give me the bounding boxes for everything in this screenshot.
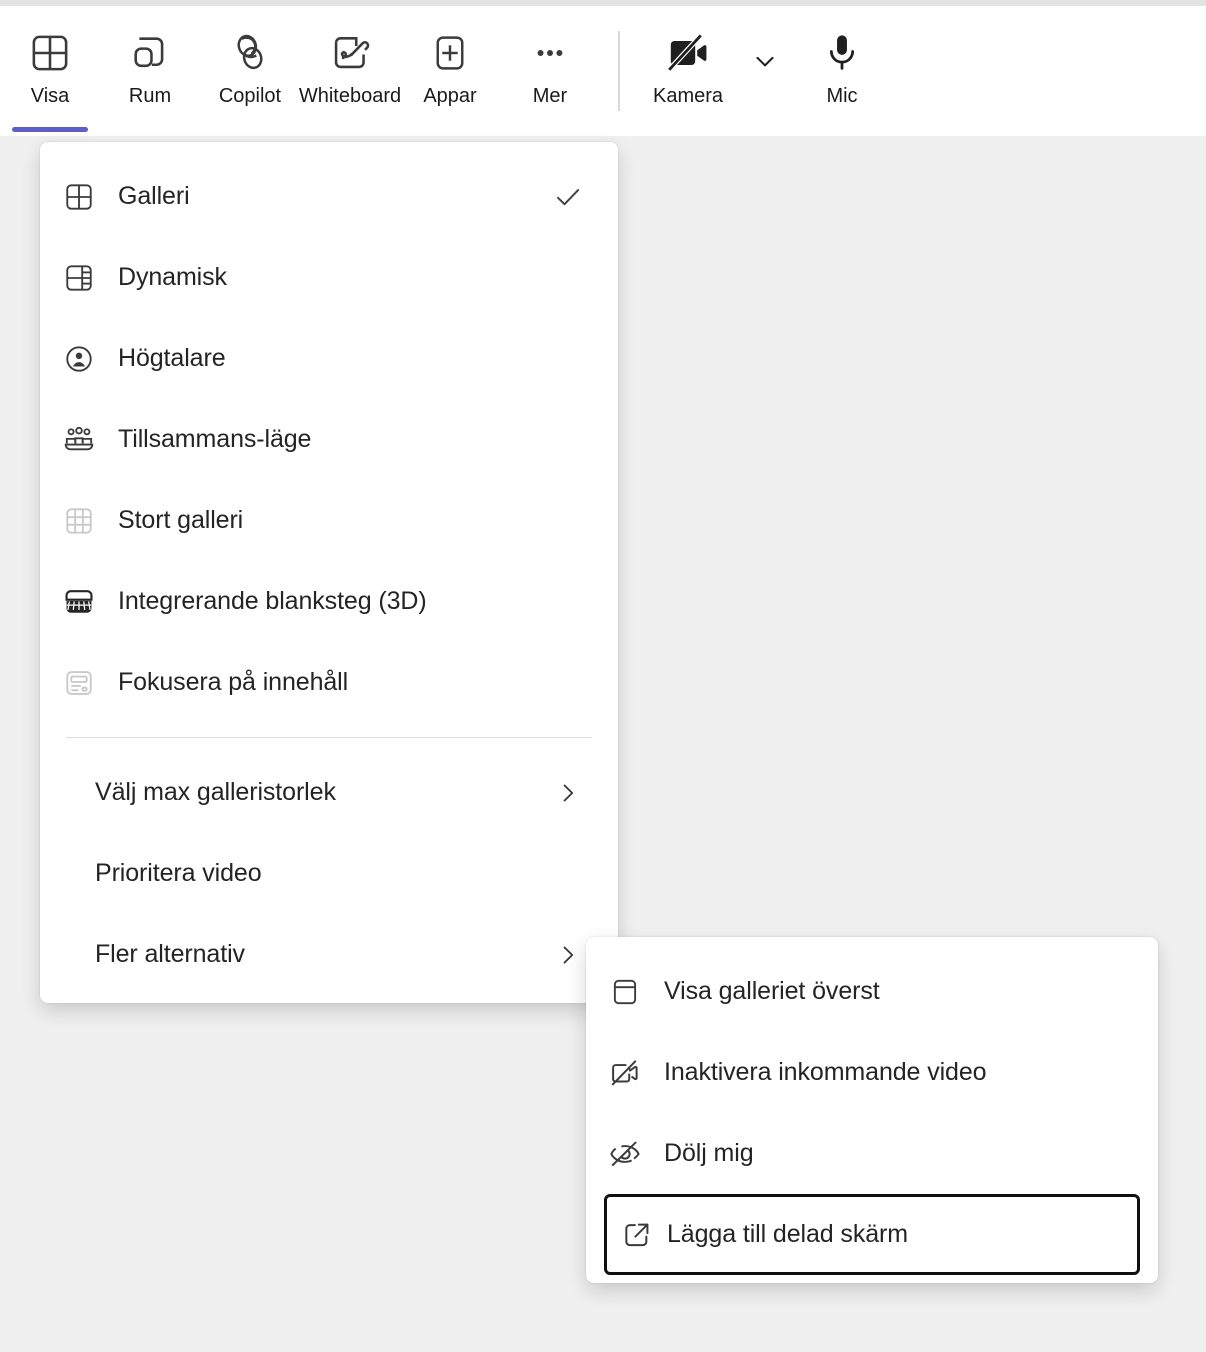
grid-2x2-icon (28, 28, 72, 78)
eye-off-icon (586, 1137, 664, 1171)
menu-item-galleri[interactable]: Galleri (40, 156, 618, 237)
menu-item-visa-galleriet-overst[interactable]: Visa galleriet överst (586, 951, 1158, 1032)
menu-item-label: Lägga till delad skärm (667, 1220, 908, 1248)
gallery-top-icon (586, 976, 664, 1008)
toolbar-item-mic[interactable]: Mic (792, 6, 892, 136)
more-dots-icon (529, 28, 571, 78)
grid-2x2-icon (40, 181, 118, 213)
menu-item-tillsammans-lage[interactable]: Tillsammans-läge (40, 399, 618, 480)
camera-options-chevron-down-icon[interactable] (738, 6, 792, 136)
menu-item-label: Dynamisk (118, 263, 227, 291)
menu-item-valj-max-galleristorlek[interactable]: Välj max galleristorlek (40, 752, 618, 833)
menu-item-integrerande-blanksteg-3d[interactable]: Integrerande blanksteg (3D) (40, 561, 618, 642)
menu-item-label: Dölj mig (664, 1139, 754, 1167)
view-menu: Galleri Dynamisk Högtalare Tillsammans-l… (40, 142, 618, 1003)
rooms-icon (128, 28, 172, 78)
menu-item-fler-alternativ[interactable]: Fler alternativ (40, 914, 618, 995)
menu-item-label: Inaktivera inkommande video (664, 1058, 987, 1086)
toolbar-item-label: Copilot (218, 85, 282, 107)
toolbar-active-underline (12, 127, 88, 132)
menu-item-label: Prioritera video (95, 859, 262, 887)
chevron-right-icon (548, 941, 588, 969)
toolbar-item-whiteboard[interactable]: Whiteboard (298, 6, 402, 136)
menu-item-label: Fokusera på innehåll (118, 668, 349, 696)
toolbar-item-label: Kamera (652, 85, 724, 107)
menu-item-label: Fler alternativ (95, 940, 245, 968)
menu-item-fokusera-pa-innehall[interactable]: Fokusera på innehåll (40, 642, 618, 723)
screen-root: Visa Rum Copilot Whiteboard Appar Mer Ka… (0, 0, 1206, 1352)
toolbar-item-rum[interactable]: Rum (100, 6, 200, 136)
whiteboard-icon (328, 28, 372, 78)
copilot-icon (227, 28, 273, 78)
immersive-3d-icon (40, 585, 118, 619)
toolbar-item-label: Rum (128, 85, 172, 107)
together-mode-icon (40, 423, 118, 457)
meeting-toolbar: Visa Rum Copilot Whiteboard Appar Mer Ka… (0, 6, 1206, 136)
menu-item-hogtalare[interactable]: Högtalare (40, 318, 618, 399)
menu-item-label: Tillsammans-läge (118, 425, 312, 453)
toolbar-item-visa[interactable]: Visa (0, 6, 100, 136)
plus-box-icon (429, 28, 471, 78)
checkmark-icon (548, 181, 588, 213)
toolbar-item-label: Mic (826, 85, 858, 107)
toolbar-item-label: Appar (423, 85, 477, 107)
menu-item-label: Galleri (118, 182, 190, 210)
menu-item-label: Stort galleri (118, 506, 244, 534)
toolbar-item-label: Whiteboard (298, 85, 402, 107)
toolbar-item-label: Mer (532, 85, 568, 107)
toolbar-item-label: Visa (30, 85, 70, 107)
speaker-person-icon (40, 343, 118, 375)
focus-content-icon (40, 667, 118, 699)
grid-3x3-icon (40, 505, 118, 537)
menu-item-label: Visa galleriet överst (664, 977, 880, 1005)
microphone-icon (820, 28, 864, 78)
menu-item-stort-galleri[interactable]: Stort galleri (40, 480, 618, 561)
open-external-icon (607, 1219, 667, 1251)
chevron-right-icon (548, 779, 588, 807)
menu-item-lagga-till-delad-skarm[interactable]: Lägga till delad skärm (604, 1194, 1140, 1275)
toolbar-item-mer[interactable]: Mer (500, 6, 600, 136)
toolbar-divider (618, 31, 620, 111)
toolbar-item-kamera[interactable]: Kamera (638, 6, 738, 136)
menu-item-label: Välj max galleristorlek (95, 778, 336, 806)
camera-off-icon (586, 1056, 664, 1090)
camera-off-icon (664, 28, 712, 78)
menu-item-dolj-mig[interactable]: Dölj mig (586, 1113, 1158, 1194)
toolbar-item-copilot[interactable]: Copilot (200, 6, 300, 136)
menu-item-dynamisk[interactable]: Dynamisk (40, 237, 618, 318)
menu-separator (66, 737, 592, 738)
menu-item-label: Högtalare (118, 344, 226, 372)
toolbar-item-appar[interactable]: Appar (400, 6, 500, 136)
grid-dynamic-icon (40, 262, 118, 294)
menu-item-label: Integrerande blanksteg (3D) (118, 587, 427, 615)
menu-item-inaktivera-inkommande-video[interactable]: Inaktivera inkommande video (586, 1032, 1158, 1113)
more-options-submenu: Visa galleriet överst Inaktivera inkomma… (586, 937, 1158, 1283)
menu-item-prioritera-video[interactable]: Prioritera video (40, 833, 618, 914)
